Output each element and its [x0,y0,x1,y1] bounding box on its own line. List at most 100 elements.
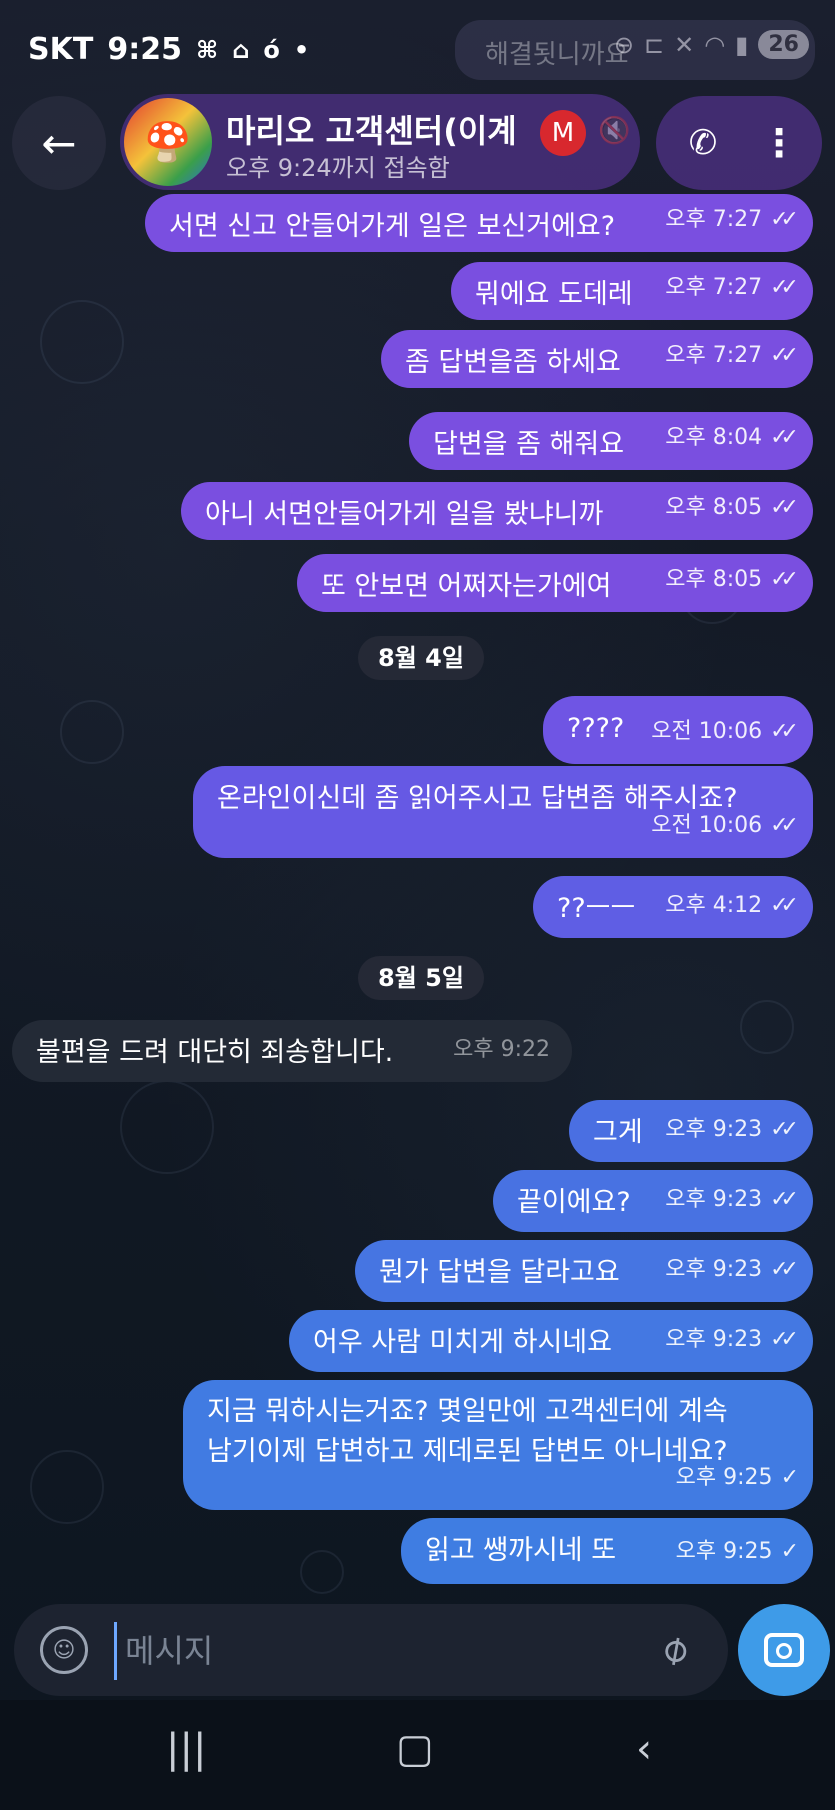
read-check-icon: ✓✓ [770,719,799,744]
message-time: 오후 8:05 [665,567,763,592]
header-actions: ✆ ⋮ [656,96,822,190]
status-left: SKT 9:25 ⌘ ⌂ ó • [28,32,309,67]
read-check-icon: ✓✓ [770,1257,799,1282]
message-meta: 오후 9:23 ✓✓ [665,1250,799,1290]
message-meta: 오후 9:23 ✓✓ [665,1110,799,1150]
mario-avatar-icon: 🍄 [144,119,192,164]
message-text: 읽고 쌩까시네 또 [425,1535,617,1566]
previous-message-text: 해결됫니까요 [485,40,629,70]
back-nav-button[interactable]: ‹ [636,1726,652,1772]
message-meta: 오후 9:25 ✓ [676,1532,800,1572]
sent-check-icon: ✓ [780,1539,800,1564]
read-check-icon: ✓✓ [770,495,799,520]
message-composer: ☺ ⌀ [14,1604,728,1696]
message-out[interactable]: 온라인이신데 좀 읽어주시고 답변좀 해주시죠? 오전 10:06 ✓✓ [193,766,813,858]
message-meta: 오후 4:12 ✓✓ [665,886,799,926]
carrier-label: SKT [28,32,94,67]
message-out[interactable]: 지금 뭐하시는거죠? 몇일만에 고객센터에 계속 남기이제 답변하고 제데로된 … [183,1380,813,1510]
message-out[interactable]: 어우 사람 미치게 하시네요 오후 9:23 ✓✓ [289,1310,813,1372]
message-out[interactable]: 끝이에요? 오후 9:23 ✓✓ [493,1170,813,1232]
home-icon: ⌂ [232,35,250,64]
message-out[interactable]: 또 안보면 어쩌자는가에여 오후 8:05 ✓✓ [297,554,813,612]
message-out[interactable]: 답변을 좀 해줘요 오후 8:04 ✓✓ [409,412,813,470]
message-meta: 오전 10:06 ✓✓ [651,712,799,752]
camera-button[interactable] [738,1604,830,1696]
message-input[interactable] [114,1622,667,1680]
read-check-icon: ✓✓ [770,275,799,300]
read-check-icon: ✓✓ [770,893,799,918]
read-check-icon: ✓✓ [770,343,799,368]
date-separator: 8월 5일 [358,956,484,1000]
message-out[interactable]: 그게 오후 9:23 ✓✓ [569,1100,813,1162]
message-text: 서면 신고 안들어가게 일은 보신거에요? [169,211,616,242]
smiley-icon: ☺ [52,1637,76,1663]
more-dot-icon: • [293,35,310,64]
message-time: 오후 7:27 [665,275,763,300]
wallpaper-doodle [300,1550,344,1594]
message-time: 오전 10:06 [651,719,763,744]
message-out[interactable]: 서면 신고 안들어가게 일은 보신거에요? 오후 7:27 ✓✓ [145,194,813,252]
read-check-icon: ✓✓ [770,567,799,592]
message-meta: 오전 10:06 ✓✓ [651,806,799,846]
message-meta: 오후 8:05 ✓✓ [665,560,799,600]
message-text-line2: 남기이제 답변하고 제데로된 답변도 아니네요? [207,1436,728,1467]
message-time: 오후 9:23 [665,1117,763,1142]
message-time: 오후 8:04 [665,425,763,450]
more-vertical-icon: ⋮ [760,121,798,165]
phone-icon: ✆ [688,123,718,163]
camera-icon [764,1633,804,1667]
message-text: 또 안보면 어쩌자는가에여 [321,571,612,602]
message-out[interactable]: 읽고 쌩까시네 또 오후 9:25 ✓ [401,1518,813,1584]
message-text: 끝이에요? [517,1187,631,1218]
arrow-left-icon: ← [41,118,77,168]
chat-title: 마리오 고객센터(이계 [226,112,517,150]
message-out[interactable]: ???? 오전 10:06 ✓✓ [543,696,813,764]
message-time: 오전 10:06 [651,813,763,838]
read-check-icon: ✓✓ [770,1327,799,1352]
wallpaper-doodle [740,1000,794,1054]
back-button[interactable]: ← [12,96,106,190]
message-text: ???? [567,713,625,744]
avatar[interactable]: 🍄 [124,98,212,186]
message-meta: 오후 8:05 ✓✓ [665,488,799,528]
message-out[interactable]: 아니 서면안들어가게 일을 봤냐니까 오후 8:05 ✓✓ [181,482,813,540]
wallpaper-doodle [40,300,124,384]
emoji-button[interactable]: ☺ [40,1626,88,1674]
notification-icon: ó [263,35,280,64]
read-check-icon: ✓✓ [770,1187,799,1212]
read-check-icon: ✓✓ [770,813,799,838]
previous-message-peek: 해결됫니까요 [455,20,815,80]
message-time: 오후 9:23 [665,1187,763,1212]
wallpaper-doodle [120,1080,214,1174]
clock: 9:25 [107,32,182,67]
message-out[interactable]: 좀 답변을좀 하세요 오후 7:27 ✓✓ [381,330,813,388]
message-time: 오후 7:27 [665,343,763,368]
call-button[interactable]: ✆ [676,116,730,170]
wallpaper-doodle [60,700,124,764]
home-button[interactable]: ▢ [396,1726,434,1772]
wallpaper-doodle [30,1450,104,1524]
read-check-icon: ✓✓ [770,425,799,450]
more-menu-button[interactable]: ⋮ [756,116,802,170]
mario-emoji-icon: M [540,110,586,156]
message-text: ??ㅡㅡ [557,893,636,924]
system-nav-bar: ||| ▢ ‹ [0,1700,835,1810]
message-out[interactable]: 뭔가 답변을 달라고요 오후 9:23 ✓✓ [355,1240,813,1302]
message-time: 오후 4:12 [665,893,763,918]
message-in[interactable]: 불편을 드려 대단히 죄송합니다. 오후 9:22 [12,1020,572,1082]
muted-icon: 🔇 [598,116,631,146]
message-out[interactable]: 뭐에요 도데레 오후 7:27 ✓✓ [451,262,813,320]
message-text: 뭔가 답변을 달라고요 [379,1257,620,1288]
screenshot-icon: ⌘ [195,35,219,64]
message-meta: 오후 7:27 ✓✓ [665,200,799,240]
message-text: 좀 답변을좀 하세요 [405,347,621,378]
date-separator: 8월 4일 [358,636,484,680]
chat-header[interactable]: 🍄 마리오 고객센터(이계 오후 9:24까지 접속함 M 🔇 [120,94,640,190]
message-time: 오후 9:22 [453,1037,550,1062]
recent-apps-button[interactable]: ||| [166,1726,206,1772]
message-out[interactable]: ??ㅡㅡ 오후 4:12 ✓✓ [533,876,813,938]
read-check-icon: ✓✓ [770,207,799,232]
message-meta: 오후 9:25 ✓ [676,1458,800,1498]
read-check-icon: ✓✓ [770,1117,799,1142]
message-time: 오후 9:23 [665,1327,763,1352]
